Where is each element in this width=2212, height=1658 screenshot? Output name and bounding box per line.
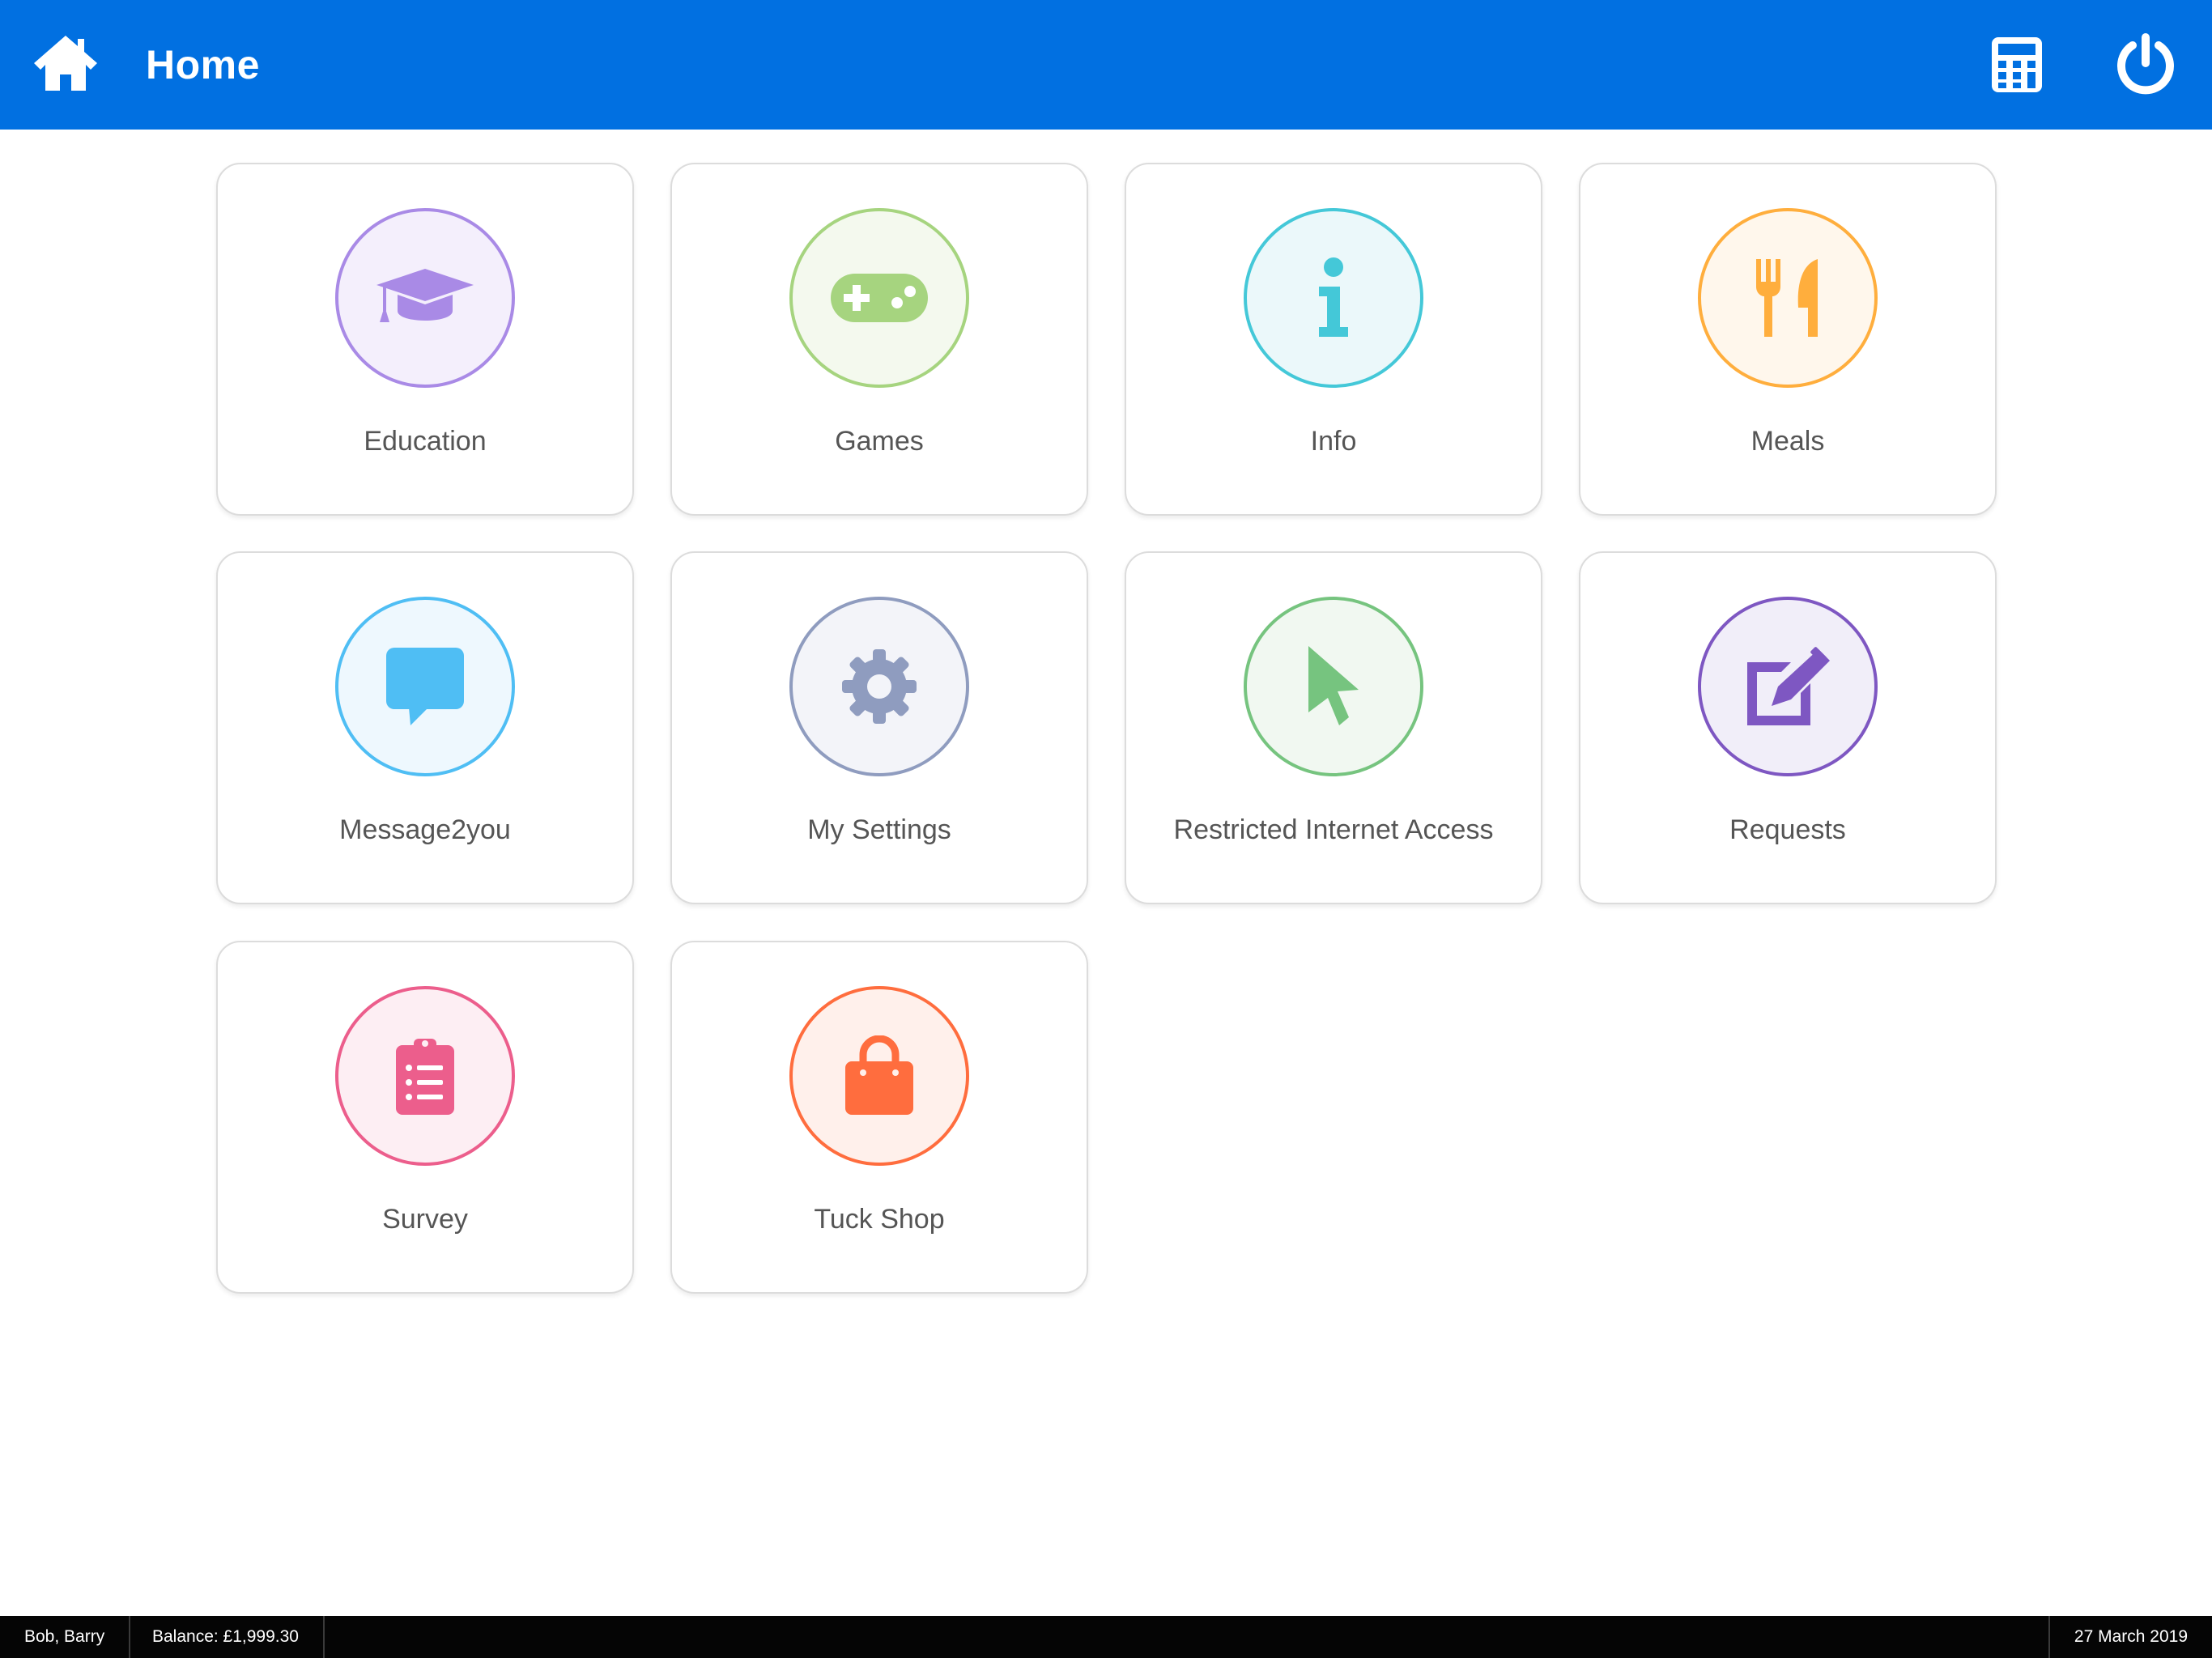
tile-my-settings[interactable]: My Settings xyxy=(670,551,1088,904)
tile-icon-circle xyxy=(335,986,515,1166)
tile-restricted-internet-access[interactable]: Restricted Internet Access xyxy=(1125,551,1542,904)
tile-label: Info xyxy=(1310,426,1357,457)
tile-label: Message2you xyxy=(339,814,511,845)
home-button[interactable] xyxy=(31,32,100,94)
tile-icon-circle xyxy=(789,986,969,1166)
tile-icon-circle xyxy=(335,208,515,388)
chat-bubble-icon xyxy=(386,648,464,725)
tile-label: Survey xyxy=(382,1204,468,1235)
edit-icon xyxy=(1747,647,1830,725)
tile-label: Education xyxy=(364,426,487,457)
tile-message2you[interactable]: Message2you xyxy=(216,551,634,904)
mouse-pointer-icon xyxy=(1308,646,1359,725)
tile-meals[interactable]: Meals xyxy=(1579,163,1997,516)
tile-icon-circle xyxy=(335,597,515,776)
calculator-icon xyxy=(1992,37,2042,92)
tile-icon-circle xyxy=(1244,597,1423,776)
header-bar: Home xyxy=(0,0,2212,130)
status-bar: Bob, Barry Balance: £1,999.30 27 March 2… xyxy=(0,1616,2212,1658)
power-button[interactable] xyxy=(2115,32,2176,96)
tile-label: Restricted Internet Access xyxy=(1173,814,1494,845)
tile-games[interactable]: Games xyxy=(670,163,1088,516)
date-display: 27 March 2019 xyxy=(2048,1616,2212,1658)
tile-info[interactable]: Info xyxy=(1125,163,1542,516)
tile-label: Requests xyxy=(1729,814,1846,845)
tile-icon-circle xyxy=(789,208,969,388)
tile-requests[interactable]: Requests xyxy=(1579,551,1997,904)
tile-label: Meals xyxy=(1750,426,1825,457)
graduation-cap-icon xyxy=(376,269,474,322)
tile-icon-circle xyxy=(1698,208,1878,388)
calculator-button[interactable] xyxy=(1990,36,2044,94)
tile-tuck-shop[interactable]: Tuck Shop xyxy=(670,941,1088,1294)
shopping-bag-icon xyxy=(845,1035,913,1115)
page-title: Home xyxy=(146,42,260,87)
tile-label: My Settings xyxy=(807,814,951,845)
clipboard-list-icon xyxy=(396,1039,454,1115)
tile-survey[interactable]: Survey xyxy=(216,941,634,1294)
gamepad-icon xyxy=(831,274,928,322)
home-icon xyxy=(34,36,97,91)
tile-label: Games xyxy=(835,426,924,457)
tile-icon-circle xyxy=(1698,597,1878,776)
tile-icon-circle xyxy=(789,597,969,776)
tile-icon-circle xyxy=(1244,208,1423,388)
info-icon xyxy=(1319,257,1348,337)
gear-icon xyxy=(842,649,917,724)
power-icon xyxy=(2117,33,2174,95)
user-name: Bob, Barry xyxy=(0,1616,131,1658)
balance-display: Balance: £1,999.30 xyxy=(128,1616,325,1658)
tile-education[interactable]: Education xyxy=(216,163,634,516)
utensils-icon xyxy=(1756,259,1818,337)
tile-label: Tuck Shop xyxy=(814,1204,945,1235)
